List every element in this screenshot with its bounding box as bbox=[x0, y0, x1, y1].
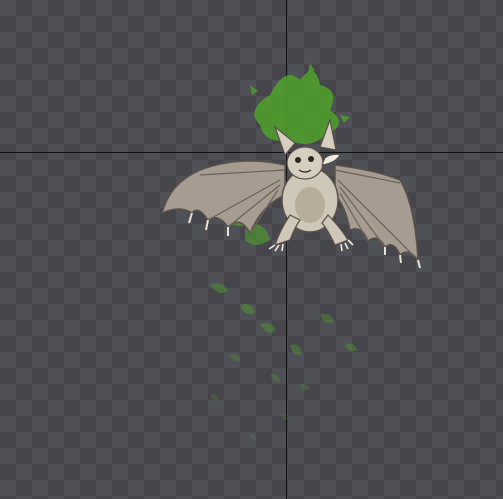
right-wing bbox=[334, 164, 421, 269]
sprite-canvas[interactable] bbox=[0, 0, 503, 499]
poison-splatter bbox=[210, 63, 357, 440]
left-wing bbox=[160, 160, 286, 236]
bat-creature-sprite[interactable] bbox=[150, 55, 440, 455]
